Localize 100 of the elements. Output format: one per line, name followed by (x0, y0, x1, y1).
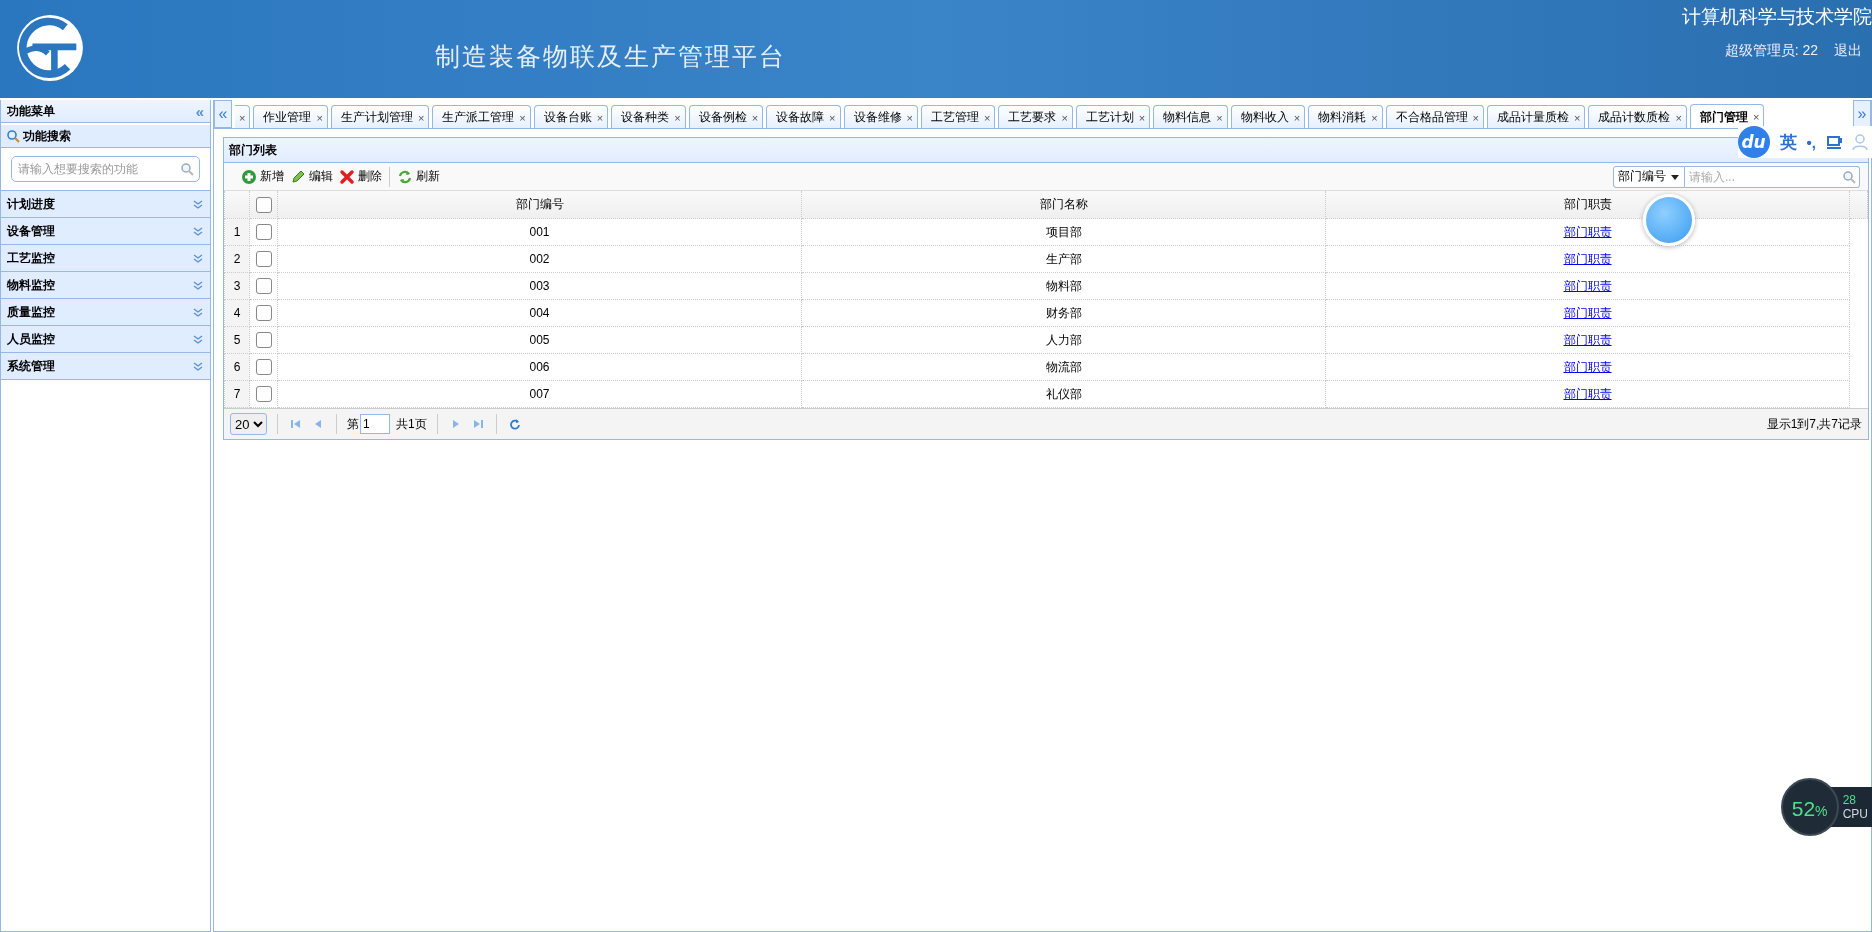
cup-icon[interactable] (1826, 134, 1842, 150)
row-checkbox[interactable] (255, 305, 272, 321)
tab[interactable]: 成品计数质检 × (1588, 105, 1687, 128)
tab[interactable]: 工艺计划 × (1075, 105, 1151, 128)
tab[interactable]: 物料消耗 × (1308, 105, 1383, 128)
cpu-temperature: 28 (1842, 793, 1857, 807)
table-cell: 礼仪部 (801, 380, 1326, 408)
double-chevron-down-icon[interactable] (192, 225, 204, 237)
duty-link[interactable]: 部门职责 (1563, 305, 1612, 320)
ime-punctuation-toggle[interactable]: •, (1806, 133, 1816, 151)
ime-logo[interactable]: du (1737, 126, 1770, 158)
menu-category[interactable]: 设备管理 (1, 218, 210, 245)
table-cell: 物流部 (801, 353, 1326, 381)
close-icon[interactable]: × (829, 111, 836, 124)
edit-button[interactable]: 编辑 (287, 166, 336, 187)
close-icon[interactable]: × (1675, 111, 1682, 124)
double-chevron-down-icon[interactable] (192, 360, 204, 372)
close-icon[interactable]: × (1138, 111, 1146, 124)
close-icon[interactable]: × (596, 111, 604, 124)
add-button[interactable]: 新增 (238, 166, 287, 187)
tab[interactable]: 设备维修 × (843, 105, 918, 128)
cross-icon (339, 168, 355, 185)
duty-link[interactable]: 部门职责 (1563, 224, 1612, 239)
close-icon[interactable]: × (1061, 111, 1068, 124)
tab[interactable]: 部门管理 × (1689, 104, 1765, 128)
close-icon[interactable]: × (983, 111, 991, 124)
close-icon[interactable]: × (1371, 111, 1378, 124)
first-page-icon (290, 418, 302, 430)
close-icon[interactable]: × (1293, 111, 1301, 124)
menu-category[interactable]: 计划进度 (1, 191, 210, 218)
close-icon[interactable]: × (417, 111, 425, 124)
search-icon[interactable] (180, 162, 194, 176)
tab[interactable]: 成品计量质检 × (1487, 105, 1586, 128)
tab[interactable]: 物料收入 × (1230, 105, 1306, 128)
tab[interactable]: 工艺要求 × (998, 105, 1073, 128)
close-icon[interactable]: × (1216, 111, 1223, 124)
row-checkbox[interactable] (255, 332, 272, 348)
function-search-field[interactable]: 请输入想要搜索的功能 (11, 156, 200, 182)
refresh-button[interactable]: 刷新 (394, 166, 443, 187)
row-checkbox[interactable] (255, 251, 272, 267)
close-icon[interactable]: × (1752, 111, 1760, 123)
logout-link[interactable]: 退出 (1834, 42, 1862, 60)
page-size-select[interactable]: 20 (230, 413, 267, 435)
close-icon[interactable]: × (239, 111, 246, 124)
duty-link[interactable]: 部门职责 (1563, 386, 1612, 401)
tab[interactable]: 作业管理 × (253, 105, 328, 128)
double-chevron-down-icon[interactable] (192, 252, 204, 264)
ime-mode-toggle[interactable]: 英 (1779, 130, 1797, 154)
double-chevron-down-icon[interactable] (192, 198, 204, 210)
delete-button[interactable]: 删除 (336, 166, 385, 187)
row-checkbox[interactable] (255, 278, 272, 294)
scroll-right-button[interactable]: » (1853, 100, 1871, 128)
user-icon[interactable] (1852, 133, 1868, 151)
table-cell: 006 (277, 353, 802, 381)
duty-link[interactable]: 部门职责 (1563, 359, 1612, 374)
search-input[interactable]: 请输入... (1685, 165, 1860, 188)
tab[interactable]: 不合格品管理 × (1385, 105, 1484, 128)
pencil-icon (290, 168, 306, 185)
tab[interactable]: × (235, 105, 251, 128)
tab[interactable]: 设备台账 × (533, 105, 609, 128)
tab[interactable]: 设备种类 × (611, 105, 686, 128)
scroll-left-button[interactable]: « (214, 100, 232, 128)
row-number: 4 (224, 299, 250, 327)
page-number-input[interactable]: 1 (360, 414, 390, 434)
search-icon[interactable] (1842, 169, 1856, 184)
close-icon[interactable]: × (674, 111, 681, 124)
menu-category[interactable]: 人员监控 (1, 326, 210, 353)
row-checkbox[interactable] (255, 224, 272, 240)
close-icon[interactable]: × (751, 111, 759, 124)
row-number: 2 (224, 245, 250, 273)
menu-category[interactable]: 工艺监控 (1, 245, 210, 272)
close-icon[interactable]: × (906, 111, 913, 124)
duty-link[interactable]: 部门职责 (1563, 251, 1612, 266)
duty-link[interactable]: 部门职责 (1563, 278, 1612, 293)
tab[interactable]: 生产派工管理 × (432, 105, 531, 128)
duty-link[interactable]: 部门职责 (1563, 332, 1612, 347)
table-cell: 生产部 (801, 245, 1326, 273)
close-icon[interactable]: × (1574, 111, 1581, 124)
column-header: 部门职责 (1325, 191, 1850, 219)
row-checkbox[interactable] (255, 359, 272, 375)
menu-category[interactable]: 质量监控 (1, 299, 210, 326)
table-cell: 003 (277, 272, 802, 300)
row-checkbox[interactable] (255, 386, 272, 402)
table-cell: 项目部 (801, 218, 1326, 246)
tab[interactable]: 生产计划管理 × (330, 105, 430, 128)
double-chevron-down-icon[interactable] (192, 333, 204, 345)
search-field-dropdown[interactable]: 部门编号 (1613, 165, 1685, 188)
tab[interactable]: 设备故障 × (766, 105, 841, 128)
tab[interactable]: 物料信息 × (1153, 105, 1228, 128)
double-chevron-down-icon[interactable] (192, 306, 204, 318)
menu-category[interactable]: 系统管理 (1, 353, 210, 380)
close-icon[interactable]: × (519, 111, 526, 124)
tab[interactable]: 设备例检 × (688, 105, 764, 128)
close-icon[interactable]: × (316, 111, 323, 124)
college-name: 计算机科学与技术学院 (1682, 5, 1872, 29)
double-chevron-down-icon[interactable] (192, 279, 204, 291)
select-all-checkbox[interactable] (255, 196, 272, 213)
menu-category[interactable]: 物料监控 (1, 272, 210, 299)
tab[interactable]: 工艺管理 × (920, 105, 996, 128)
close-icon[interactable]: × (1472, 111, 1479, 124)
